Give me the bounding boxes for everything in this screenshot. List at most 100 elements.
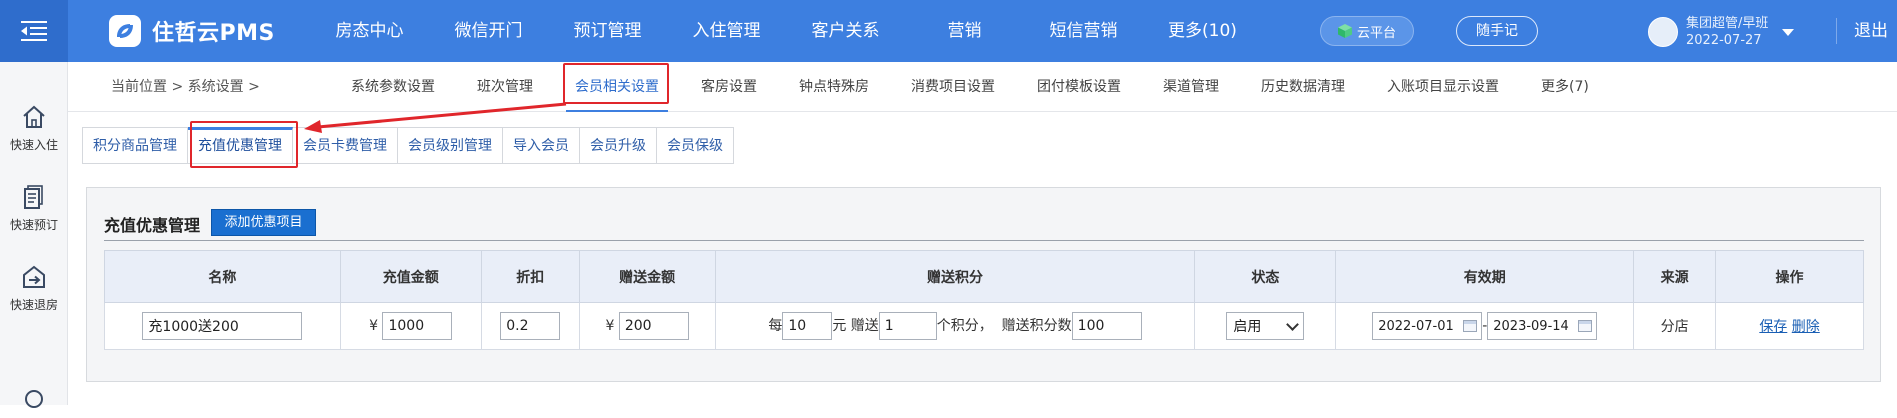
nav-checkin[interactable]: 入住管理 — [667, 0, 786, 62]
memo-button[interactable]: 随手记 — [1456, 16, 1538, 46]
avatar — [1648, 17, 1678, 47]
quick-booking-button[interactable]: 快速预订 — [0, 184, 68, 233]
points-unit-input[interactable] — [782, 312, 833, 340]
name-input[interactable] — [142, 312, 303, 340]
col-discount: 折扣 — [480, 250, 580, 303]
caret-down-icon — [1782, 28, 1795, 36]
subnav-channel[interactable]: 渠道管理 — [1142, 62, 1240, 112]
divider — [104, 240, 1864, 241]
date-to-value: 2023-09-14 — [1493, 318, 1569, 334]
nav-crm[interactable]: 客户关系 — [786, 0, 905, 62]
date-from-field[interactable]: 2022-07-01 — [1372, 312, 1483, 340]
tab-recharge-discount[interactable]: 充值优惠管理 — [188, 127, 293, 164]
checkout-icon — [23, 265, 45, 288]
quick-checkout-button[interactable]: 快速退房 — [0, 264, 68, 313]
divider — [1836, 18, 1837, 44]
more-sidebar-button[interactable] — [0, 386, 68, 418]
date-to-field[interactable]: 2023-09-14 — [1487, 312, 1598, 340]
calendar-icon — [1578, 320, 1593, 332]
subnav-member-settings[interactable]: 会员相关设置 — [554, 62, 680, 112]
home-icon — [23, 105, 45, 128]
app-name: 住哲云PMS — [152, 21, 275, 46]
tab-member-upgrade[interactable]: 会员升级 — [580, 127, 657, 164]
add-discount-button[interactable]: 添加优惠项目 — [211, 209, 316, 236]
cube-icon — [1337, 24, 1352, 38]
currency-symbol: ¥ — [369, 318, 379, 334]
collapse-menu-icon — [21, 21, 47, 41]
menu-toggle-button[interactable] — [0, 0, 68, 62]
nav-room-status[interactable]: 房态中心 — [310, 0, 429, 62]
date-from-value: 2022-07-01 — [1378, 318, 1454, 334]
col-validity: 有效期 — [1335, 250, 1635, 303]
quick-checkin-label: 快速入住 — [9, 138, 58, 152]
amount-input[interactable] — [382, 312, 453, 340]
calendar-icon — [1463, 320, 1478, 332]
table-row: ¥ ¥ 每 元 赠送 个积分， 赠送积分数 启用 — [104, 302, 1864, 350]
quick-checkout-label: 快速退房 — [9, 298, 58, 312]
user-menu[interactable]: 集团超管/早班 2022-07-27 — [1648, 12, 1795, 52]
circle-icon — [25, 390, 43, 408]
points-total-input[interactable] — [1071, 312, 1142, 340]
points-total-label: 赠送积分数 — [1001, 318, 1072, 334]
nav-marketing[interactable]: 营销 — [905, 0, 1024, 62]
settings-subnav: 系统参数设置 班次管理 会员相关设置 客房设置 钟点特殊房 消费项目设置 团付模… — [330, 62, 1610, 112]
subnav-hourly-room[interactable]: 钟点特殊房 — [778, 62, 890, 112]
main-nav: 房态中心 微信开门 预订管理 入住管理 客户关系 营销 短信营销 更多(10) — [310, 0, 1262, 62]
col-gift-points: 赠送积分 — [714, 250, 1196, 303]
user-name: 集团超管/早班 — [1686, 16, 1769, 31]
col-amount: 充值金额 — [339, 250, 482, 303]
subnav-history-cleanup[interactable]: 历史数据清理 — [1240, 62, 1366, 112]
recharge-panel: 充值优惠管理 添加优惠项目 名称 充值金额 折扣 赠送金额 赠送积分 状态 有效… — [86, 187, 1881, 382]
status-value: 启用 — [1233, 319, 1262, 335]
cloud-platform-button[interactable]: 云平台 — [1320, 16, 1414, 46]
cloud-platform-label: 云平台 — [1356, 25, 1396, 41]
subnav-room-settings[interactable]: 客房设置 — [680, 62, 778, 112]
subnav-posting-display[interactable]: 入账项目显示设置 — [1366, 62, 1520, 112]
nav-more[interactable]: 更多(10) — [1143, 0, 1262, 62]
col-gift-amount: 赠送金额 — [578, 250, 716, 303]
user-date: 2022-07-27 — [1686, 33, 1762, 48]
nav-reservation[interactable]: 预订管理 — [548, 0, 667, 62]
booking-icon — [24, 185, 43, 209]
tab-import-members[interactable]: 导入会员 — [503, 127, 580, 164]
quick-booking-label: 快速预订 — [9, 218, 58, 232]
col-name: 名称 — [104, 250, 341, 303]
table-header-row: 名称 充值金额 折扣 赠送金额 赠送积分 状态 有效期 来源 操作 — [104, 250, 1864, 303]
col-actions: 操作 — [1715, 250, 1864, 303]
tab-member-retain[interactable]: 会员保级 — [657, 127, 734, 164]
panel-title: 充值优惠管理 — [104, 216, 201, 235]
nav-sms[interactable]: 短信营销 — [1024, 0, 1143, 62]
tab-card-fee[interactable]: 会员卡费管理 — [293, 127, 398, 164]
delete-link[interactable]: 删除 — [1792, 319, 1820, 335]
subnav-shift[interactable]: 班次管理 — [456, 62, 554, 112]
subnav-system-params[interactable]: 系统参数设置 — [330, 62, 456, 112]
breadcrumb: 当前位置 > 系统设置 > — [111, 79, 260, 95]
points-give-input[interactable] — [878, 312, 937, 340]
subnav-group-template[interactable]: 团付模板设置 — [1016, 62, 1142, 112]
app-logo[interactable]: 住哲云PMS — [108, 14, 275, 48]
currency-symbol: ¥ — [605, 318, 615, 334]
col-source: 来源 — [1633, 250, 1717, 303]
recharge-table: 名称 充值金额 折扣 赠送金额 赠送积分 状态 有效期 来源 操作 ¥ — [104, 250, 1864, 350]
source-value: 分店 — [1660, 319, 1689, 335]
col-status: 状态 — [1194, 250, 1337, 303]
subnav-more[interactable]: 更多(7) — [1520, 62, 1610, 112]
tab-member-level[interactable]: 会员级别管理 — [398, 127, 503, 164]
points-suffix-label: 个积分， — [936, 318, 993, 334]
chevron-down-icon — [1286, 317, 1300, 331]
points-yuan-label: 元 赠送 — [832, 318, 879, 334]
subnav-consumption[interactable]: 消费项目设置 — [890, 62, 1016, 112]
sub-header: 当前位置 > 系统设置 > 系统参数设置 班次管理 会员相关设置 客房设置 钟点… — [68, 62, 1897, 112]
status-select[interactable]: 启用 — [1226, 312, 1305, 340]
quick-checkin-button[interactable]: 快速入住 — [0, 104, 68, 153]
logout-button[interactable]: 退出 — [1854, 0, 1888, 62]
top-bar: 住哲云PMS 房态中心 微信开门 预订管理 入住管理 客户关系 营销 短信营销 … — [0, 0, 1897, 62]
quick-sidebar: 快速入住 快速预订 快速退房 — [0, 62, 68, 408]
points-per-label: 每 — [768, 318, 783, 334]
tab-points-goods[interactable]: 积分商品管理 — [82, 127, 188, 164]
save-link[interactable]: 保存 — [1759, 319, 1787, 335]
nav-wechat-door[interactable]: 微信开门 — [429, 0, 548, 62]
gift-amount-input[interactable] — [618, 312, 689, 340]
logo-icon — [109, 15, 141, 47]
discount-input[interactable] — [500, 312, 561, 340]
